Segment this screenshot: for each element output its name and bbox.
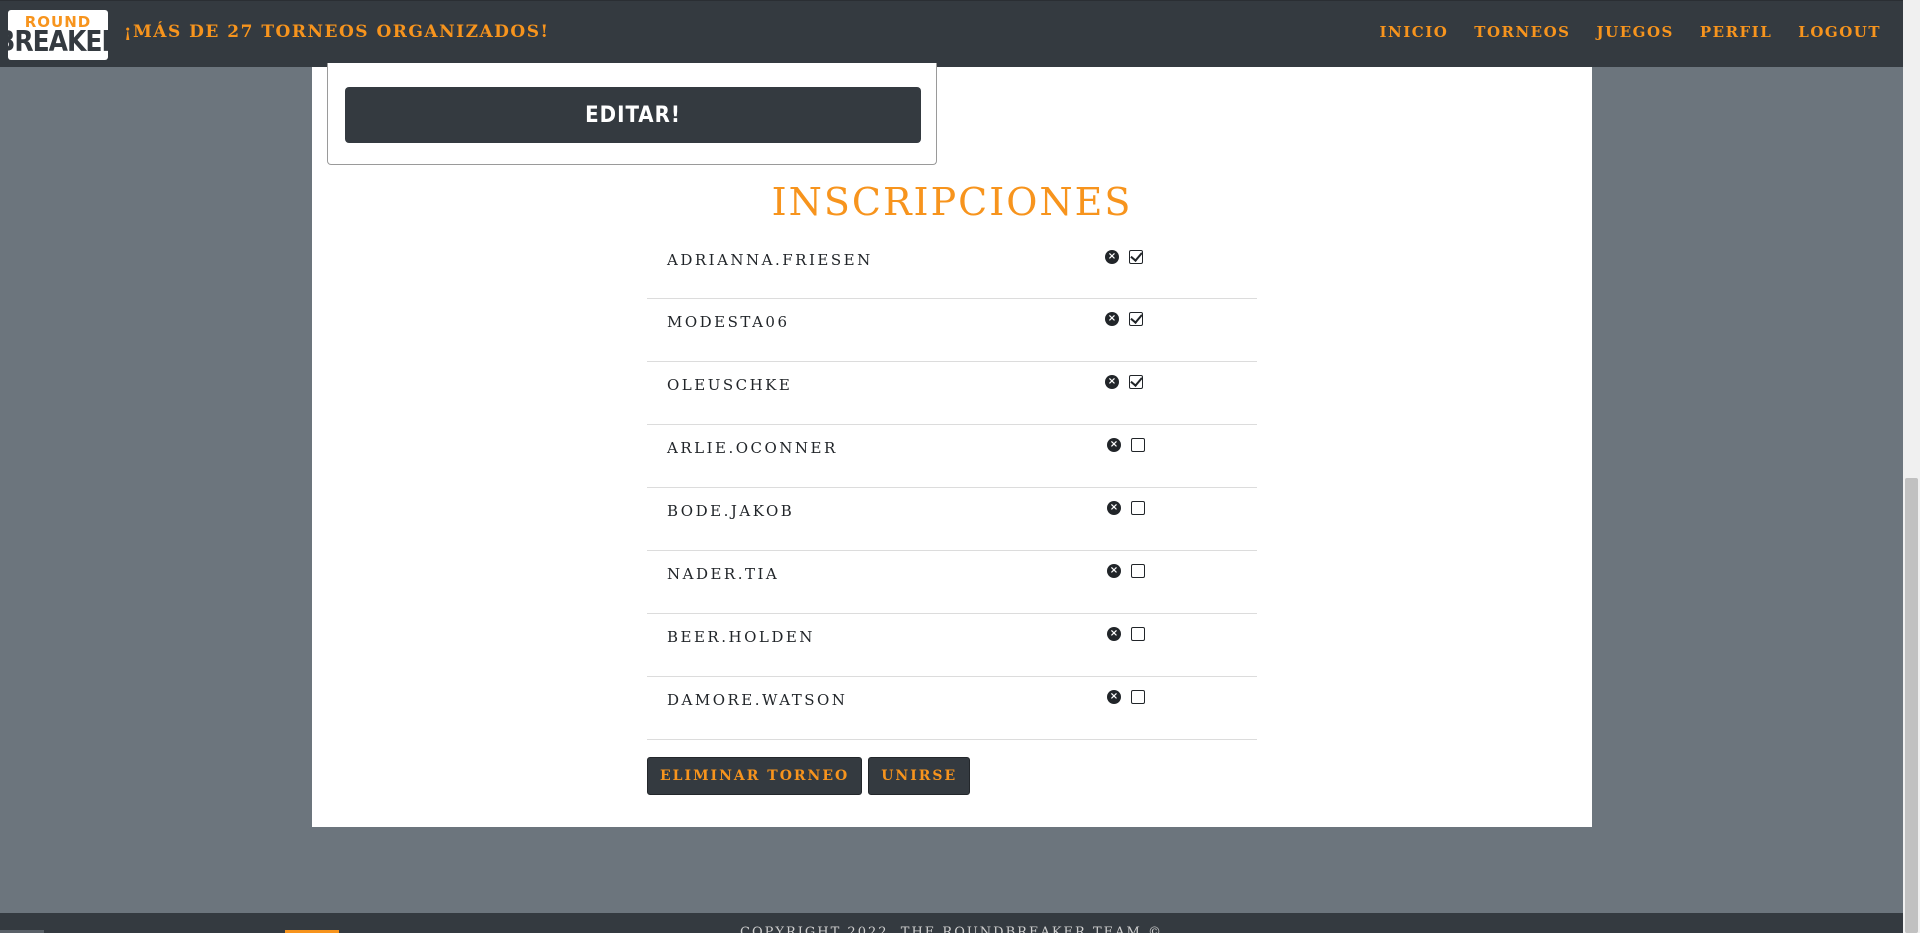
player-actions: × xyxy=(1107,627,1145,641)
remove-circle-icon[interactable]: × xyxy=(1107,438,1121,452)
list-item: MODESTA06 × xyxy=(647,299,1257,362)
player-name: MODESTA06 xyxy=(667,313,790,331)
player-actions: × xyxy=(1105,250,1143,264)
player-name: DAMORE.WATSON xyxy=(667,691,848,709)
tournament-card: EDITAR! INSCRIPCIONES ADRIANNA.FRIESEN × M… xyxy=(312,63,1592,827)
nav-link-logout[interactable]: LOGOUT xyxy=(1798,23,1881,41)
inscripciones-title: INSCRIPCIONES xyxy=(771,180,1133,224)
player-name: OLEUSCHKE xyxy=(667,376,793,394)
player-name: BODE.JAKOB xyxy=(667,502,795,520)
unchecked-checkbox-icon[interactable] xyxy=(1131,501,1145,515)
remove-circle-icon[interactable]: × xyxy=(1105,250,1119,264)
nav-link-inicio[interactable]: INICIO xyxy=(1380,23,1449,41)
checked-checkbox-icon[interactable] xyxy=(1129,250,1143,264)
list-item: BEER.HOLDEN × xyxy=(647,614,1257,677)
remove-circle-icon[interactable]: × xyxy=(1105,312,1119,326)
player-actions: × xyxy=(1107,501,1145,515)
top-navbar: ROUND BREAKER ¡MÁS DE 27 TORNEOS ORGANIZ… xyxy=(0,0,1903,67)
delete-tournament-button[interactable]: ELIMINAR TORNEO xyxy=(647,757,863,795)
tournament-actions: ELIMINAR TORNEO UNIRSE xyxy=(647,757,971,795)
roundbreaker-logo[interactable]: ROUND BREAKER xyxy=(8,10,108,60)
remove-circle-icon[interactable]: × xyxy=(1105,375,1119,389)
checked-checkbox-icon[interactable] xyxy=(1129,312,1143,326)
remove-circle-icon[interactable]: × xyxy=(1107,690,1121,704)
list-item: ADRIANNA.FRIESEN × xyxy=(647,237,1257,299)
unchecked-checkbox-icon[interactable] xyxy=(1131,438,1145,452)
nav-link-torneos[interactable]: TORNEOS xyxy=(1474,23,1570,41)
player-actions: × xyxy=(1105,375,1143,389)
list-item: BODE.JAKOB × xyxy=(647,488,1257,551)
edit-button[interactable]: EDITAR! xyxy=(345,87,921,143)
list-item: DAMORE.WATSON × xyxy=(647,677,1257,740)
player-actions: × xyxy=(1105,312,1143,326)
unchecked-checkbox-icon[interactable] xyxy=(1131,690,1145,704)
player-name: BEER.HOLDEN xyxy=(667,628,815,646)
remove-circle-icon[interactable]: × xyxy=(1107,564,1121,578)
checked-checkbox-icon[interactable] xyxy=(1129,375,1143,389)
player-actions: × xyxy=(1107,564,1145,578)
player-name: ARLIE.OCONNER xyxy=(667,439,838,457)
unchecked-checkbox-icon[interactable] xyxy=(1131,564,1145,578)
logo-text-bottom: BREAKER xyxy=(8,24,108,59)
list-item: OLEUSCHKE × xyxy=(647,362,1257,425)
nav-links: INICIO TORNEOS JUEGOS PERFIL LOGOUT xyxy=(1380,23,1881,41)
join-button[interactable]: UNIRSE xyxy=(868,757,971,795)
list-item: NADER.TIA × xyxy=(647,551,1257,614)
list-item: ARLIE.OCONNER × xyxy=(647,425,1257,488)
unchecked-checkbox-icon[interactable] xyxy=(1131,627,1145,641)
nav-link-juegos[interactable]: JUEGOS xyxy=(1597,23,1674,41)
player-name: ADRIANNA.FRIESEN xyxy=(667,251,873,269)
navbar-tagline: ¡MÁS DE 27 TORNEOS ORGANIZADOS! xyxy=(124,22,550,42)
player-name: NADER.TIA xyxy=(667,565,780,583)
player-actions: × xyxy=(1107,438,1145,452)
nav-link-perfil[interactable]: PERFIL xyxy=(1700,23,1772,41)
footer-copyright: COPYRIGHT 2022, THE ROUNDBREAKER TEAM © xyxy=(740,925,1163,933)
inscripciones-list: ADRIANNA.FRIESEN × MODESTA06 × OLEUSCHKE × ARL… xyxy=(647,237,1257,740)
edit-panel: EDITAR! xyxy=(327,63,937,165)
page-footer: COPYRIGHT 2022, THE ROUNDBREAKER TEAM © xyxy=(0,913,1903,933)
remove-circle-icon[interactable]: × xyxy=(1107,627,1121,641)
player-actions: × xyxy=(1107,690,1145,704)
scrollbar-thumb[interactable] xyxy=(1905,478,1918,933)
remove-circle-icon[interactable]: × xyxy=(1107,501,1121,515)
